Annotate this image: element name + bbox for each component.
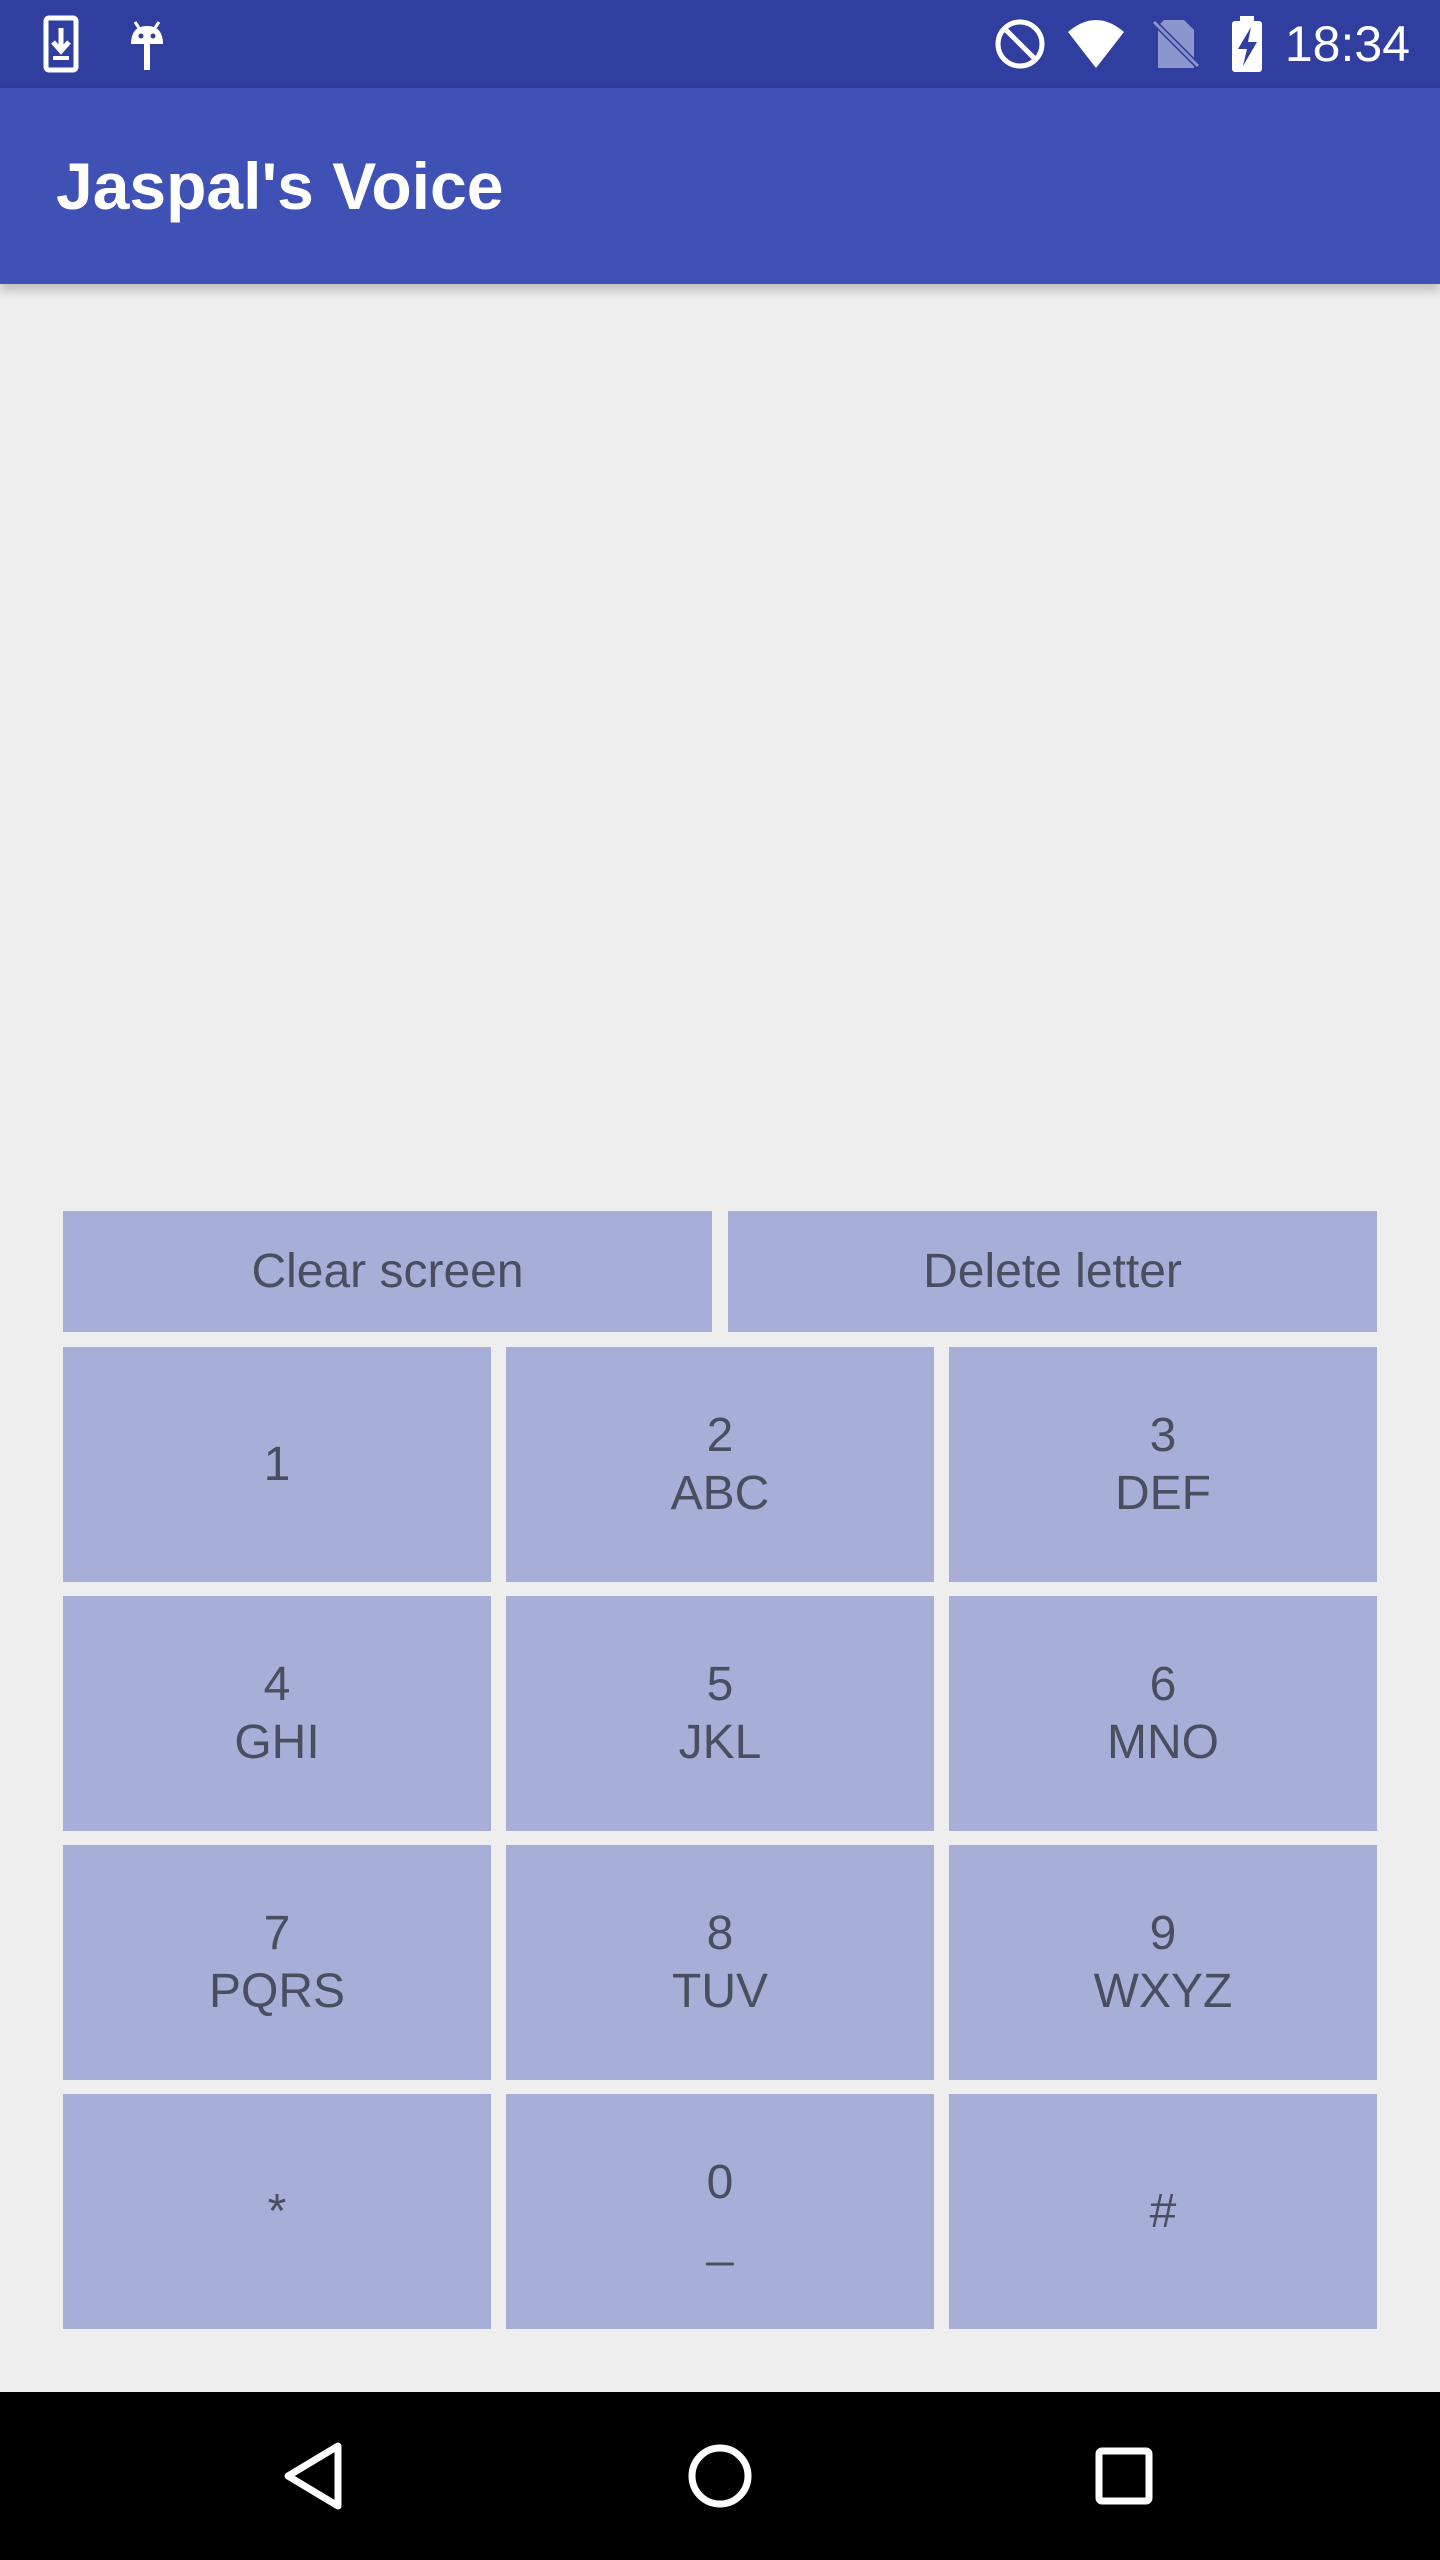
key-4[interactable]: 4 GHI: [63, 1596, 491, 1831]
clear-screen-button[interactable]: Clear screen: [63, 1211, 712, 1332]
status-bar: 18:34: [0, 0, 1440, 88]
key-0[interactable]: 0 _: [506, 2094, 934, 2329]
key-3[interactable]: 3 DEF: [949, 1347, 1377, 1582]
key-letters: GHI: [234, 1715, 320, 1769]
no-sim-icon: [1146, 14, 1206, 74]
key-digit: 9: [1149, 1906, 1177, 1960]
key-1[interactable]: 1: [63, 1347, 491, 1582]
home-icon[interactable]: [670, 2426, 770, 2526]
android-debug-icon: [118, 14, 178, 74]
key-digit: 0: [706, 2155, 734, 2209]
key-digit: 7: [263, 1906, 291, 1960]
download-icon: [36, 14, 96, 74]
key-digit: 2: [706, 1408, 734, 1462]
key-digit: #: [1149, 2184, 1177, 2238]
nav-bar: [0, 2392, 1440, 2560]
key-digit: 6: [1149, 1657, 1177, 1711]
key-digit: 3: [1149, 1408, 1177, 1462]
battery-charging-icon: [1218, 14, 1278, 74]
key-letters: PQRS: [208, 1964, 346, 2018]
key-5[interactable]: 5 JKL: [506, 1596, 934, 1831]
key-letters: JKL: [678, 1715, 762, 1769]
key-digit: 1: [263, 1437, 291, 1491]
key-letters: _: [706, 2213, 734, 2267]
wifi-icon: [1066, 14, 1126, 74]
key-6[interactable]: 6 MNO: [949, 1596, 1377, 1831]
do-not-disturb-icon: [990, 14, 1050, 74]
status-time: 18:34: [1284, 16, 1410, 72]
key-letters: WXYZ: [1093, 1964, 1233, 2018]
back-icon[interactable]: [266, 2426, 366, 2526]
key-letters: ABC: [670, 1466, 770, 1520]
delete-letter-button[interactable]: Delete letter: [728, 1211, 1377, 1332]
app-title: Jaspal's Voice: [56, 149, 504, 223]
key-digit: 5: [706, 1657, 734, 1711]
key-8[interactable]: 8 TUV: [506, 1845, 934, 2080]
key-letters: MNO: [1107, 1715, 1219, 1769]
key-digit: 4: [263, 1657, 291, 1711]
recents-icon[interactable]: [1074, 2426, 1174, 2526]
key-digit: 8: [706, 1906, 734, 1960]
key-star[interactable]: *: [63, 2094, 491, 2329]
key-9[interactable]: 9 WXYZ: [949, 1845, 1377, 2080]
key-letters: DEF: [1115, 1466, 1211, 1520]
key-letters: TUV: [672, 1964, 768, 2018]
key-7[interactable]: 7 PQRS: [63, 1845, 491, 2080]
key-2[interactable]: 2 ABC: [506, 1347, 934, 1582]
text-display: [0, 284, 1440, 1184]
key-digit: *: [267, 2184, 287, 2238]
app-bar: Jaspal's Voice: [0, 88, 1440, 284]
key-hash[interactable]: #: [949, 2094, 1377, 2329]
